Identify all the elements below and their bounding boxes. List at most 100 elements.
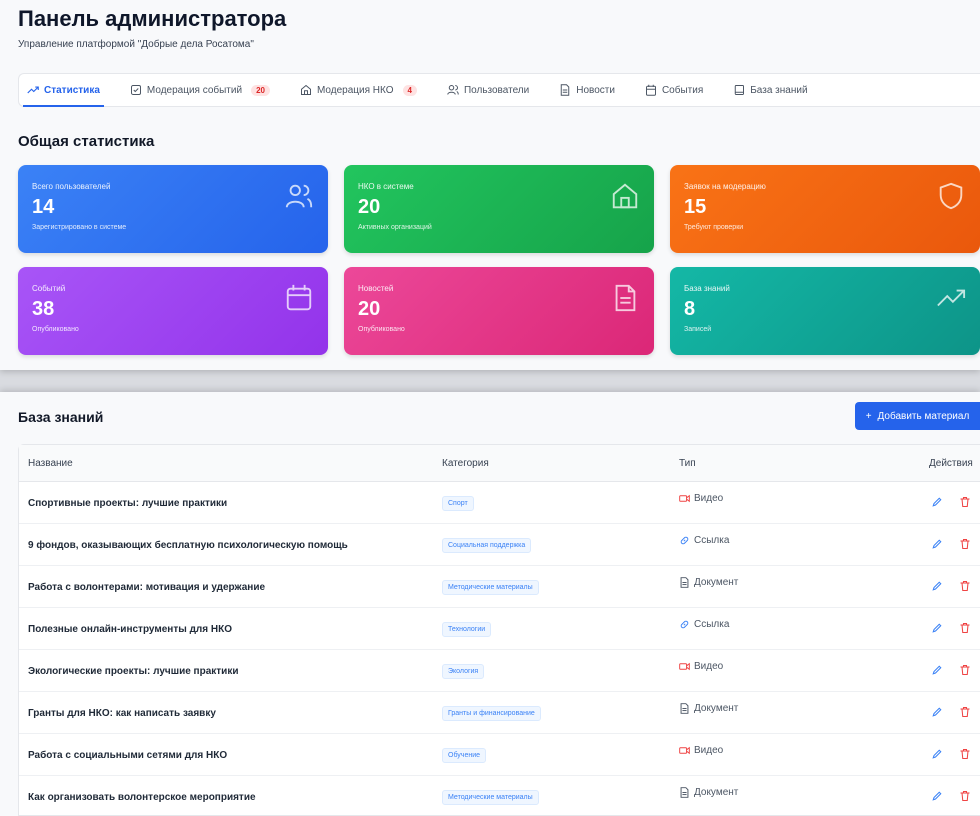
knowledge-base-panel: База знаний + Добавить материал Название… bbox=[0, 392, 980, 816]
stat-label: База знаний bbox=[684, 284, 730, 293]
category-badge: Социальная поддержка bbox=[442, 538, 532, 553]
stat-label: Всего пользователей bbox=[32, 182, 111, 191]
delete-icon[interactable] bbox=[959, 790, 971, 802]
tab-users[interactable]: Пользователи bbox=[447, 73, 529, 107]
document-icon bbox=[615, 284, 636, 312]
stat-value: 20 bbox=[358, 196, 381, 218]
stat-card-news: Новостей 20 Опубликовано bbox=[344, 267, 654, 355]
material-type: Видео bbox=[679, 493, 723, 504]
edit-icon[interactable] bbox=[931, 790, 943, 802]
table-row: Работа с волонтерами: мотивация и удержа… bbox=[19, 566, 980, 608]
stat-subtext: Активных организаций bbox=[358, 224, 432, 231]
stat-subtext: Записей bbox=[684, 326, 712, 333]
category-badge: Обучение bbox=[442, 748, 487, 763]
stat-subtext: Опубликовано bbox=[32, 326, 79, 333]
link-icon bbox=[679, 535, 690, 546]
stat-value: 15 bbox=[684, 196, 707, 218]
edit-icon[interactable] bbox=[931, 748, 943, 760]
material-name: Гранты для НКО: как написать заявку bbox=[28, 708, 216, 719]
tab-news[interactable]: Новости bbox=[559, 73, 615, 107]
material-type: Ссылка bbox=[679, 619, 729, 630]
material-name: Полезные онлайн-инструменты для НКО bbox=[28, 624, 232, 635]
kb-table: Название Категория Тип Действия Спортивн… bbox=[18, 444, 980, 816]
delete-icon[interactable] bbox=[959, 538, 971, 550]
stat-label: Событий bbox=[32, 284, 66, 293]
material-name: Как организовать волонтерское мероприяти… bbox=[28, 792, 256, 803]
material-type: Видео bbox=[679, 661, 723, 672]
material-type: Документ bbox=[679, 577, 738, 588]
trend-icon bbox=[27, 86, 39, 94]
type-label: Видео bbox=[694, 745, 724, 756]
tab-label: События bbox=[661, 84, 704, 96]
edit-icon[interactable] bbox=[931, 664, 943, 676]
category-badge: Экология bbox=[442, 664, 485, 679]
count-badge: 4 bbox=[402, 84, 417, 96]
material-name: Экологические проекты: лучшие практики bbox=[28, 666, 239, 677]
stat-label: Заявок на модерацию bbox=[684, 182, 766, 191]
stat-subtext: Требуют проверки bbox=[684, 224, 744, 231]
type-label: Документ bbox=[694, 577, 739, 588]
table-row: Гранты для НКО: как написать заявку Грант… bbox=[19, 692, 980, 734]
file-icon bbox=[679, 577, 690, 588]
plus-icon: + bbox=[865, 410, 872, 422]
category-badge: Спорт bbox=[442, 496, 474, 511]
tab-knowledge-base[interactable]: База знаний bbox=[733, 73, 808, 107]
delete-icon[interactable] bbox=[959, 622, 971, 634]
delete-icon[interactable] bbox=[959, 580, 971, 592]
material-type: Видео bbox=[679, 745, 723, 756]
type-label: Ссылка bbox=[694, 535, 730, 546]
delete-icon[interactable] bbox=[959, 706, 971, 718]
section-title: Общая статистика bbox=[18, 133, 155, 150]
video-icon bbox=[679, 661, 690, 672]
material-name: 9 фондов, оказывающих бесплатную психоло… bbox=[28, 540, 348, 551]
table-row: Спортивные проекты: лучшие практики Спорт… bbox=[19, 482, 980, 524]
tab-statistics[interactable]: Статистика bbox=[23, 73, 104, 107]
edit-icon[interactable] bbox=[931, 538, 943, 550]
edit-icon[interactable] bbox=[931, 580, 943, 592]
admin-panel: Панель администратора Управление платфор… bbox=[0, 0, 980, 370]
col-actions: Действия bbox=[929, 458, 973, 469]
delete-icon[interactable] bbox=[959, 496, 971, 508]
stat-label: НКО в системе bbox=[358, 182, 414, 191]
file-icon bbox=[679, 703, 690, 714]
edit-icon[interactable] bbox=[931, 496, 943, 508]
material-type: Документ bbox=[679, 703, 738, 714]
category-badge: Гранты и финансирование bbox=[442, 706, 541, 721]
delete-icon[interactable] bbox=[959, 664, 971, 676]
edit-icon[interactable] bbox=[931, 706, 943, 718]
type-label: Видео bbox=[694, 493, 724, 504]
material-type: Ссылка bbox=[679, 535, 729, 546]
home-icon bbox=[612, 183, 638, 209]
add-material-button[interactable]: + Добавить материал bbox=[855, 402, 980, 430]
shield-icon bbox=[939, 182, 963, 210]
stat-card-nko: НКО в системе 20 Активных организаций bbox=[344, 165, 654, 253]
add-material-label: Добавить материал bbox=[877, 410, 970, 422]
type-label: Документ bbox=[694, 703, 739, 714]
page-title: Панель администратора bbox=[18, 6, 287, 31]
file-icon bbox=[679, 787, 690, 798]
tab-label: База знаний bbox=[750, 84, 808, 96]
users-icon bbox=[285, 184, 313, 208]
calendar-icon bbox=[286, 284, 312, 311]
users-icon bbox=[447, 85, 459, 95]
edit-icon[interactable] bbox=[931, 622, 943, 634]
stat-value: 8 bbox=[684, 298, 696, 320]
stat-subtext: Опубликовано bbox=[358, 326, 405, 333]
tab-event-moderation[interactable]: Модерация событий 20 bbox=[130, 73, 270, 107]
trend-icon bbox=[937, 289, 966, 307]
table-row: Как организовать волонтерское мероприяти… bbox=[19, 776, 980, 816]
tab-nko-moderation[interactable]: Модерация НКО 4 bbox=[300, 73, 417, 107]
tab-label: Новости bbox=[576, 84, 615, 96]
tab-bar: Статистика Модерация событий 20 Модераци… bbox=[18, 73, 980, 107]
stat-card-knowledge: База знаний 8 Записей bbox=[670, 267, 980, 355]
tab-label: Статистика bbox=[44, 84, 100, 96]
table-row: Экологические проекты: лучшие практики Эк… bbox=[19, 650, 980, 692]
material-name: Работа с волонтерами: мотивация и удержа… bbox=[28, 582, 266, 593]
home-icon bbox=[300, 84, 311, 95]
tab-events[interactable]: События bbox=[645, 73, 703, 107]
col-category: Категория bbox=[442, 458, 489, 469]
tab-label: Пользователи bbox=[463, 84, 530, 96]
video-icon bbox=[679, 745, 690, 756]
delete-icon[interactable] bbox=[959, 748, 971, 760]
col-name: Название bbox=[28, 458, 73, 469]
